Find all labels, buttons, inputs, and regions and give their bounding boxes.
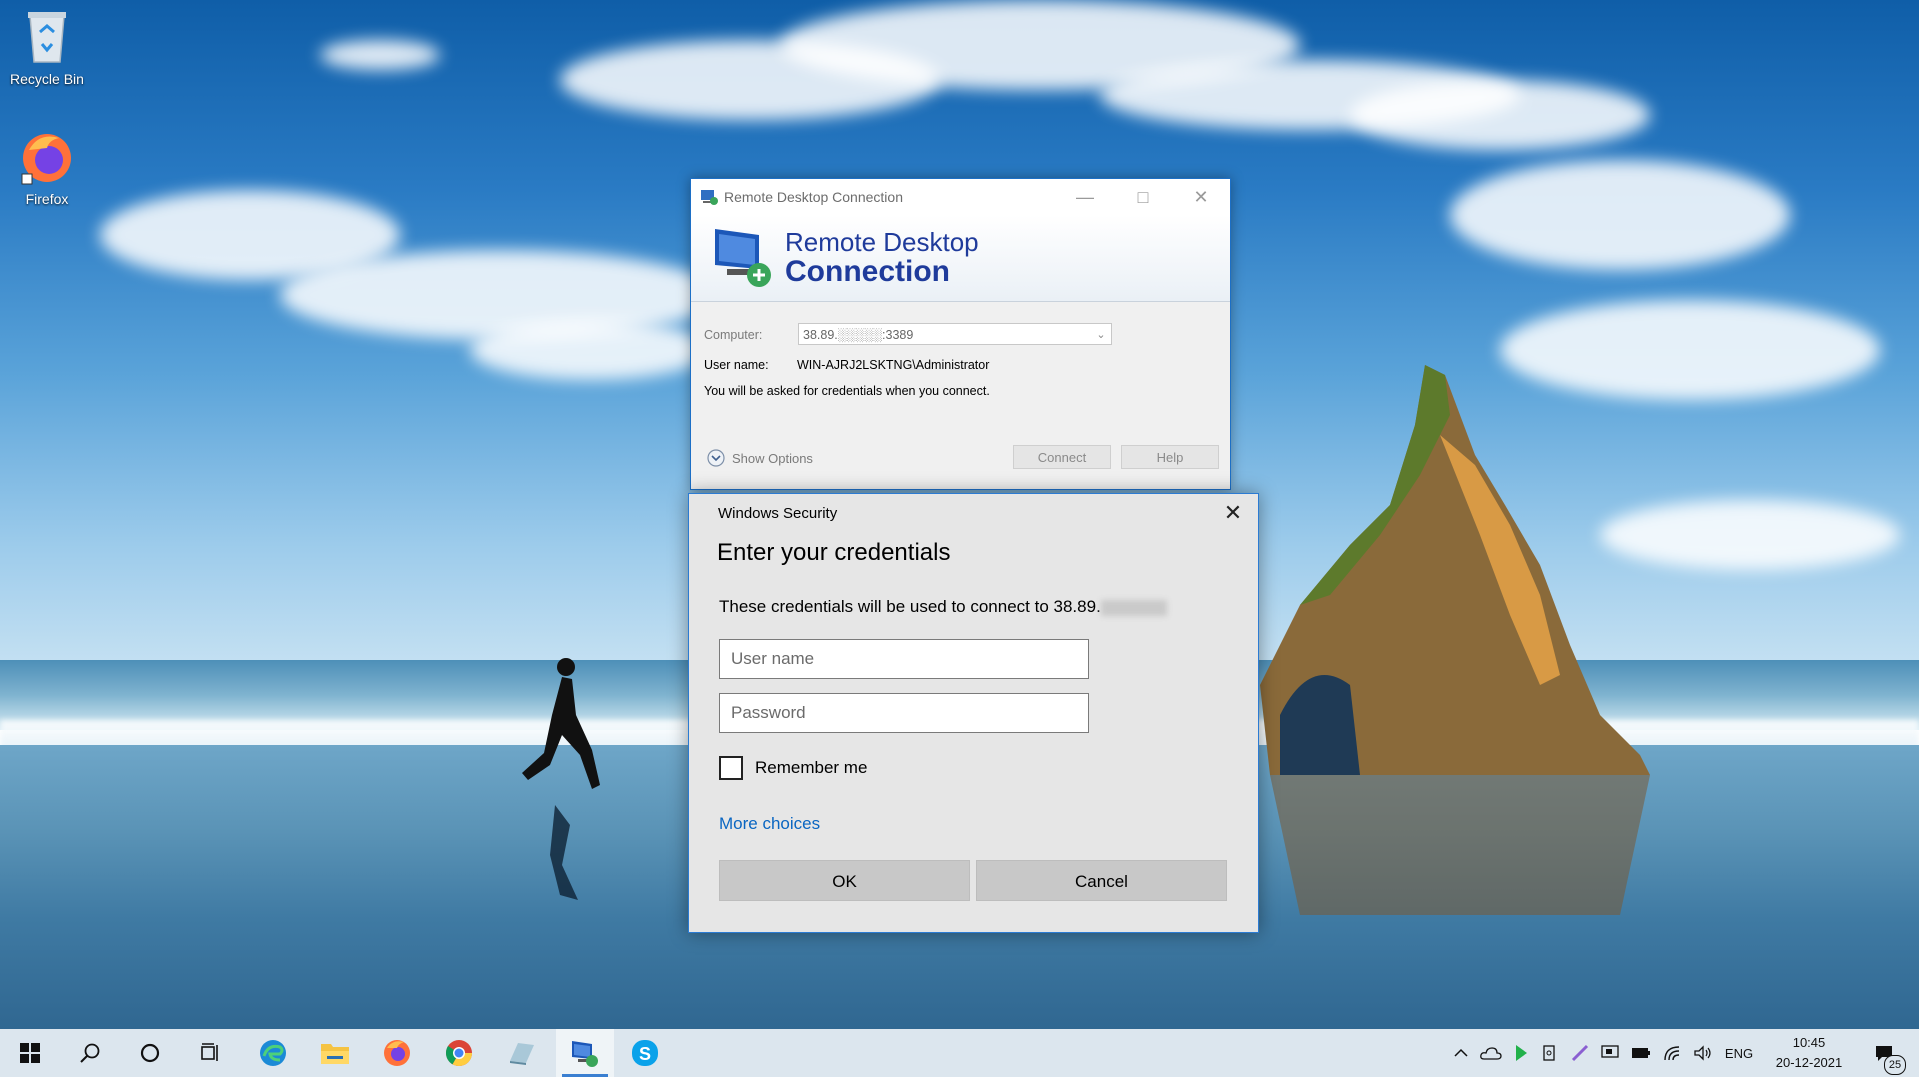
show-options-label: Show Options <box>732 450 813 466</box>
monitor-icon <box>1601 1045 1619 1058</box>
taskbar-skype[interactable]: S <box>618 1029 672 1077</box>
rdc-app-icon <box>701 190 718 205</box>
chevron-down-icon[interactable]: ⌄ <box>1091 324 1111 344</box>
device-icon <box>1543 1045 1555 1061</box>
clock-date: 20-12-2021 <box>1775 1055 1843 1070</box>
clock-time: 10:45 <box>1792 1035 1826 1050</box>
onedrive-tray[interactable] <box>1478 1029 1504 1077</box>
taskbar-file-explorer[interactable] <box>308 1029 362 1077</box>
battery-icon <box>1632 1048 1650 1058</box>
ok-button[interactable]: OK <box>719 860 970 901</box>
chevron-up-icon <box>1454 1048 1468 1057</box>
remote-desktop-icon <box>572 1041 598 1067</box>
language-indicator[interactable]: ENG <box>1722 1029 1756 1077</box>
taskbar-chrome[interactable] <box>432 1029 486 1077</box>
taskbar-edge[interactable] <box>246 1029 300 1077</box>
recycle-bin-label: Recycle Bin <box>10 71 84 87</box>
show-hidden-icons-button[interactable] <box>1450 1029 1472 1077</box>
close-icon[interactable]: ✕ <box>1218 500 1248 526</box>
network-tray[interactable] <box>1660 1029 1686 1077</box>
rdc-logo-icon <box>715 229 771 287</box>
meet-now-tray[interactable] <box>1598 1029 1622 1077</box>
search-icon <box>80 1043 100 1063</box>
cloud-icon <box>1480 1047 1502 1060</box>
task-view-button[interactable] <box>183 1029 237 1077</box>
search-button[interactable] <box>63 1029 117 1077</box>
desktop-icon-recycle-bin[interactable]: Recycle Bin <box>7 6 87 87</box>
username-value: WIN-AJRJ2LSKTNG\Administrator <box>797 358 990 372</box>
clock[interactable]: 10:45 20-12-2021 <box>1764 1029 1854 1077</box>
cortana-button[interactable] <box>123 1029 177 1077</box>
maximize-button[interactable]: □ <box>1114 179 1172 215</box>
firefox-label: Firefox <box>25 191 69 207</box>
cortana-circle-icon <box>140 1043 160 1063</box>
expand-circle-icon <box>707 449 725 467</box>
cancel-button[interactable]: Cancel <box>976 860 1227 901</box>
computer-combobox[interactable]: 38.89.░░░░░:3389 ⌄ <box>798 323 1112 345</box>
more-choices-link[interactable]: More choices <box>719 814 820 834</box>
device-tray[interactable] <box>1538 1029 1562 1077</box>
dialog-heading: Enter your credentials <box>717 539 951 566</box>
rdc-banner: Remote Desktop Connection <box>691 215 1230 302</box>
description-text: These credentials will be used to connec… <box>719 597 1101 616</box>
firefox-icon <box>384 1040 410 1066</box>
dialog-header: Windows Security <box>718 505 838 522</box>
minimize-button[interactable]: — <box>1056 179 1114 215</box>
edge-icon <box>260 1040 286 1066</box>
windows-security-dialog: Windows Security ✕ Enter your credential… <box>688 493 1259 933</box>
credentials-info-text: You will be asked for credentials when y… <box>704 384 990 398</box>
rdc-banner-line2: Connection <box>785 255 950 288</box>
pen-tray[interactable] <box>1568 1029 1592 1077</box>
task-view-icon <box>201 1043 218 1061</box>
play-icon <box>1516 1045 1527 1061</box>
rdc-title-bar[interactable]: Remote Desktop Connection — □ ✕ <box>691 179 1230 215</box>
remember-me-label[interactable]: Remember me <box>755 758 867 778</box>
taskbar-remote-desktop[interactable] <box>556 1029 614 1077</box>
show-options-toggle[interactable]: Show Options <box>706 448 813 468</box>
start-button[interactable] <box>3 1029 57 1077</box>
chrome-icon <box>445 1040 473 1067</box>
connect-button[interactable]: Connect <box>1013 445 1111 469</box>
desktop-icon-firefox[interactable]: Firefox <box>7 130 87 207</box>
action-center-button[interactable]: 25 <box>1862 1029 1906 1077</box>
firefox-icon <box>21 134 71 185</box>
dialog-description: These credentials will be used to connec… <box>719 597 1167 617</box>
username-input[interactable] <box>719 639 1089 679</box>
rdc-body: Computer: 38.89.░░░░░:3389 ⌄ User name: … <box>691 302 1230 488</box>
taskbar-app-paper[interactable] <box>494 1029 548 1077</box>
password-input[interactable] <box>719 693 1089 733</box>
folder-icon <box>321 1044 349 1064</box>
computer-value: 38.89.░░░░░:3389 <box>803 328 914 342</box>
windows-logo-icon <box>20 1043 40 1063</box>
recycle-bin-icon <box>28 12 66 63</box>
rdc-window: Remote Desktop Connection — □ ✕ Remote D… <box>690 178 1231 490</box>
notepad-icon <box>510 1043 534 1065</box>
volume-tray[interactable] <box>1690 1029 1716 1077</box>
computer-label: Computer: <box>704 328 763 342</box>
rdc-banner-line1: Remote Desktop <box>785 227 979 257</box>
redacted-ip <box>1100 599 1167 616</box>
close-button[interactable]: ✕ <box>1172 179 1230 215</box>
remember-me-checkbox[interactable] <box>719 756 743 780</box>
help-button[interactable]: Help <box>1121 445 1219 469</box>
notification-badge: 25 <box>1884 1055 1906 1075</box>
play-tray[interactable] <box>1510 1029 1532 1077</box>
taskbar: S ENG 10:45 20-12-2021 25 <box>0 1029 1919 1077</box>
wifi-icon <box>1664 1046 1680 1061</box>
rdc-window-title: Remote Desktop Connection <box>724 189 903 205</box>
skype-icon: S <box>632 1040 658 1066</box>
taskbar-firefox[interactable] <box>370 1029 424 1077</box>
speaker-icon <box>1694 1045 1711 1061</box>
svg-text:S: S <box>639 1044 651 1064</box>
battery-tray[interactable] <box>1628 1029 1654 1077</box>
pen-icon <box>1571 1044 1589 1062</box>
username-label: User name: <box>704 358 769 372</box>
